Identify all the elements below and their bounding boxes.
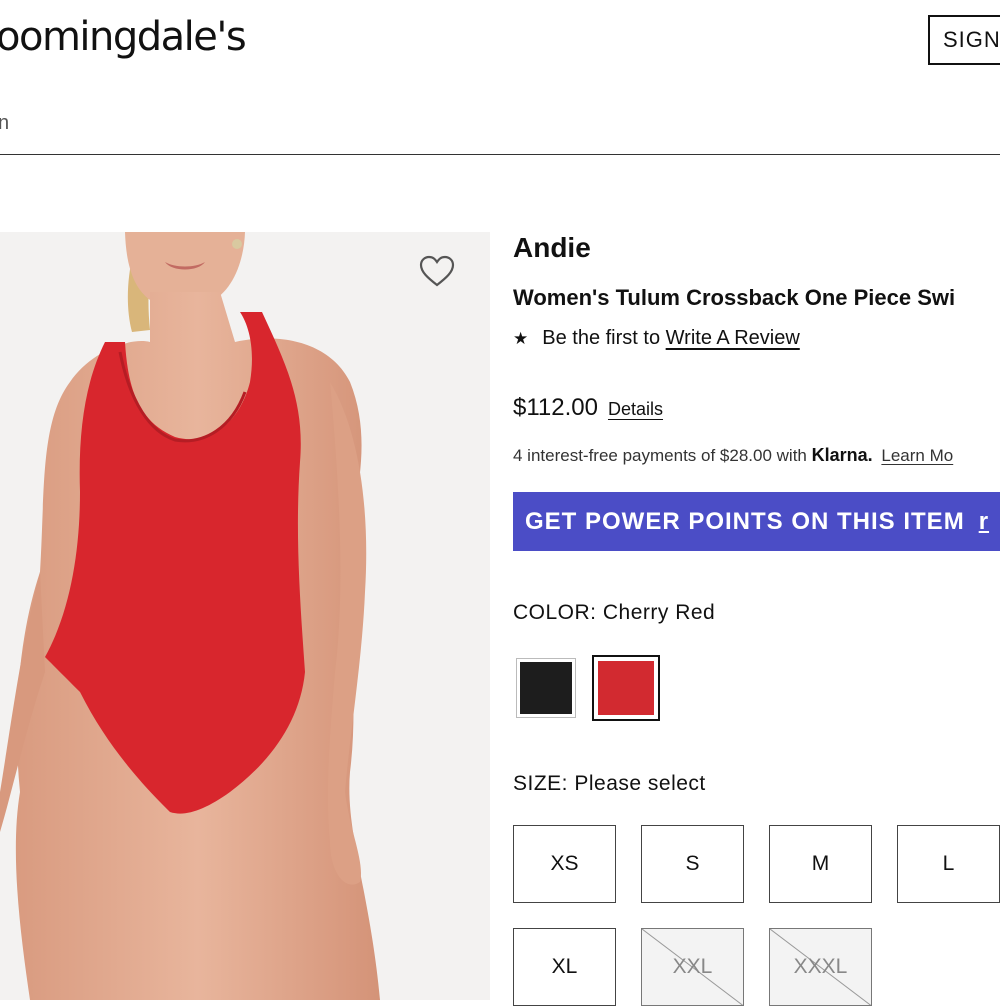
color-swatch-cherry-red[interactable] (592, 655, 660, 721)
review-row: ★ Be the first to Write A Review (513, 327, 800, 350)
swatch-fill (598, 661, 654, 715)
size-option-xs[interactable]: XS (513, 825, 616, 903)
size-label-key: SIZE: (513, 772, 569, 795)
bloomingdales-logo[interactable]: oomingdale's (0, 14, 247, 60)
color-label: COLOR: Cherry Red (513, 601, 715, 625)
product-brand[interactable]: Andie (513, 232, 591, 264)
swatch-fill (520, 662, 572, 714)
size-option-l[interactable]: L (897, 825, 1000, 903)
product-price: $112.00 (513, 394, 598, 421)
klarna-learn-more-link[interactable]: Learn Mo (881, 446, 953, 465)
write-review-link[interactable]: Write A Review (666, 327, 800, 349)
heart-outline-icon[interactable] (418, 254, 456, 288)
size-option-xl[interactable]: XL (513, 928, 616, 1006)
klarna-text: 4 interest-free payments of $28.00 with (513, 446, 807, 465)
color-swatch-black[interactable] (516, 658, 576, 718)
power-points-label: GET POWER POINTS ON THIS ITEM (525, 508, 965, 535)
klarna-logo: Klarna. (811, 445, 873, 465)
color-selected-value: Cherry Red (602, 601, 716, 624)
review-prefix: Be the first to (542, 327, 661, 349)
price-row: $112.00 Details (513, 394, 663, 422)
swimsuit-model-illustration (0, 232, 490, 1000)
size-option-xxl[interactable]: XXL (641, 928, 744, 1006)
search-input-text[interactable]: n (0, 112, 9, 135)
size-option-s[interactable]: S (641, 825, 744, 903)
size-option-m[interactable]: M (769, 825, 872, 903)
search-underline (0, 154, 1000, 155)
product-image[interactable] (0, 232, 490, 1000)
size-label: SIZE: Please select (513, 772, 706, 796)
size-option-label: XXXL (793, 955, 848, 978)
price-details-link[interactable]: Details (608, 399, 663, 419)
size-option-label: XXL (672, 955, 713, 978)
power-points-extra[interactable]: r (979, 508, 989, 535)
star-icon: ★ (513, 329, 529, 348)
product-title: Women's Tulum Crossback One Piece Swi (513, 285, 956, 310)
size-selected-value: Please select (574, 772, 706, 795)
size-option-xxxl[interactable]: XXXL (769, 928, 872, 1006)
klarna-row: 4 interest-free payments of $28.00 with … (513, 445, 953, 466)
power-points-banner[interactable]: GET POWER POINTS ON THIS ITEM r (513, 492, 1000, 551)
sign-in-button[interactable]: SIGN (928, 15, 1000, 65)
color-label-key: COLOR: (513, 601, 597, 624)
